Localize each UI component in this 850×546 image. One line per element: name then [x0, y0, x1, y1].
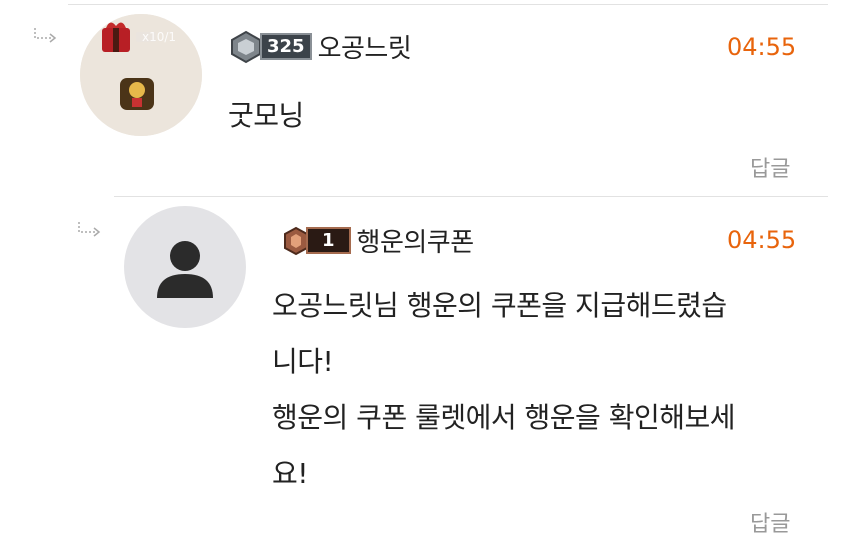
username[interactable]: 오공느릿: [318, 28, 412, 65]
gift-box-icon: [80, 14, 202, 136]
avatar[interactable]: [124, 206, 246, 328]
reply-button[interactable]: 답글: [750, 151, 790, 183]
level-badge-icon: [231, 30, 261, 63]
comment-divider: [114, 196, 828, 197]
top-divider: [68, 4, 828, 5]
comment-header: 325 오공느릿: [228, 28, 412, 65]
timestamp: 04:55: [727, 33, 797, 61]
comment-text-line: 요!: [272, 457, 309, 490]
level-value: 325: [260, 33, 312, 60]
comment-header: 1 행운의쿠폰: [282, 222, 474, 259]
level-badge: 325: [228, 30, 312, 64]
level-badge: 1: [282, 225, 351, 257]
reply-button[interactable]: 답글: [750, 506, 790, 538]
person-icon: [157, 241, 213, 298]
timestamp: 04:55: [727, 226, 797, 254]
level-value: 1: [306, 227, 351, 254]
comment-text-line: 오공느릿님 행운의 쿠폰을 지급해드렸습: [272, 289, 727, 322]
reply-arrow-icon: [34, 28, 57, 43]
comment-text-line: 니다!: [272, 345, 334, 378]
avatar[interactable]: x10/1: [80, 14, 202, 136]
comment-text: 굿모닝: [228, 99, 304, 132]
avatar-badge-count: x10/1: [142, 30, 177, 44]
username[interactable]: 행운의쿠폰: [357, 222, 475, 259]
reply-arrow-icon: [78, 222, 101, 237]
comment-text-line: 행운의 쿠폰 룰렛에서 행운을 확인해보세: [272, 401, 736, 434]
